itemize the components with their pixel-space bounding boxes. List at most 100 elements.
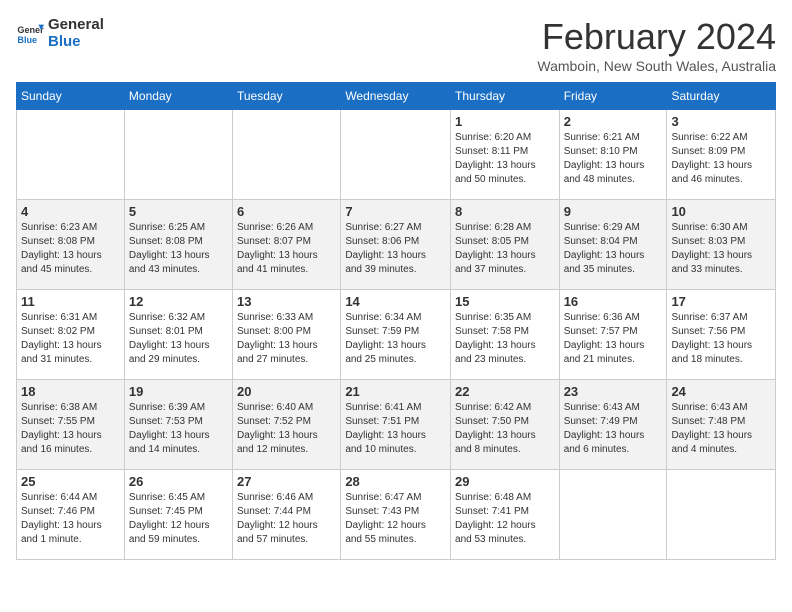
weekday-header-row: SundayMondayTuesdayWednesdayThursdayFrid… (17, 83, 776, 110)
calendar-cell (667, 470, 776, 560)
day-number: 19 (129, 384, 228, 399)
calendar-cell: 15 Sunrise: 6:35 AM Sunset: 7:58 PM Dayli… (451, 290, 560, 380)
day-info: Sunrise: 6:39 AM Sunset: 7:53 PM Dayligh… (129, 401, 228, 457)
calendar-cell: 4 Sunrise: 6:23 AM Sunset: 8:08 PM Daylig… (17, 200, 125, 290)
day-info: Sunrise: 6:37 AM Sunset: 7:56 PM Dayligh… (671, 311, 771, 367)
month-title: February 2024 (537, 16, 776, 58)
calendar-cell: 16Sunrise: 6:36 AM Sunset: 7:57 PM Dayli… (559, 290, 667, 380)
day-number: 18 (21, 384, 120, 399)
calendar-cell: 26 Sunrise: 6:45 AM Sunset: 7:45 PM Dayli… (124, 470, 232, 560)
day-number: 24 (671, 384, 771, 399)
day-number: 14 (345, 294, 446, 309)
weekday-header-friday: Friday (559, 83, 667, 110)
calendar-cell: 14 Sunrise: 6:34 AM Sunset: 7:59 PM Dayli… (341, 290, 451, 380)
calendar-cell (559, 470, 667, 560)
day-info: Sunrise: 6:41 AM Sunset: 7:51 PM Dayligh… (345, 401, 446, 457)
calendar-cell (341, 110, 451, 200)
day-info: Sunrise: 6:26 AM Sunset: 8:07 PM Dayligh… (237, 221, 336, 277)
calendar-cell: 29 Sunrise: 6:48 AM Sunset: 7:41 PM Dayli… (451, 470, 560, 560)
calendar-cell: 21Sunrise: 6:41 AM Sunset: 7:51 PM Dayli… (341, 380, 451, 470)
day-info: Sunrise: 6:23 AM Sunset: 8:08 PM Dayligh… (21, 221, 120, 277)
day-info: Sunrise: 6:28 AM Sunset: 8:05 PM Dayligh… (455, 221, 555, 277)
weekday-header-tuesday: Tuesday (233, 83, 341, 110)
calendar-week-3: 18Sunrise: 6:38 AM Sunset: 7:55 PM Dayli… (17, 380, 776, 470)
calendar-cell: 27 Sunrise: 6:46 AM Sunset: 7:44 PM Dayli… (233, 470, 341, 560)
day-number: 25 (21, 474, 120, 489)
calendar-cell: 12 Sunrise: 6:32 AM Sunset: 8:01 PM Dayli… (124, 290, 232, 380)
calendar-cell: 9Sunrise: 6:29 AM Sunset: 8:04 PM Daylig… (559, 200, 667, 290)
calendar-cell: 23Sunrise: 6:43 AM Sunset: 7:49 PM Dayli… (559, 380, 667, 470)
day-info: Sunrise: 6:30 AM Sunset: 8:03 PM Dayligh… (671, 221, 771, 277)
calendar-cell: 7Sunrise: 6:27 AM Sunset: 8:06 PM Daylig… (341, 200, 451, 290)
day-number: 20 (237, 384, 336, 399)
page-header: General Blue General Blue February 2024 … (16, 16, 776, 74)
day-number: 29 (455, 474, 555, 489)
logo-icon: General Blue (16, 19, 44, 47)
day-info: Sunrise: 6:21 AM Sunset: 8:10 PM Dayligh… (564, 131, 663, 187)
day-number: 12 (129, 294, 228, 309)
day-info: Sunrise: 6:47 AM Sunset: 7:43 PM Dayligh… (345, 491, 446, 547)
calendar-cell: 5 Sunrise: 6:25 AM Sunset: 8:08 PM Daylig… (124, 200, 232, 290)
calendar-cell: 20 Sunrise: 6:40 AM Sunset: 7:52 PM Dayli… (233, 380, 341, 470)
day-number: 26 (129, 474, 228, 489)
day-number: 11 (21, 294, 120, 309)
day-info: Sunrise: 6:22 AM Sunset: 8:09 PM Dayligh… (671, 131, 771, 187)
weekday-header-monday: Monday (124, 83, 232, 110)
calendar-cell: 2 Sunrise: 6:21 AM Sunset: 8:10 PM Daylig… (559, 110, 667, 200)
day-number: 8 (455, 204, 555, 219)
calendar-cell (17, 110, 125, 200)
day-number: 2 (564, 114, 663, 129)
calendar-week-2: 11 Sunrise: 6:31 AM Sunset: 8:02 PM Dayli… (17, 290, 776, 380)
day-info: Sunrise: 6:20 AM Sunset: 8:11 PM Dayligh… (455, 131, 555, 187)
day-info: Sunrise: 6:25 AM Sunset: 8:08 PM Dayligh… (129, 221, 228, 277)
day-info: Sunrise: 6:32 AM Sunset: 8:01 PM Dayligh… (129, 311, 228, 367)
calendar-cell: 25 Sunrise: 6:44 AM Sunset: 7:46 PM Dayli… (17, 470, 125, 560)
logo-blue: Blue (48, 33, 104, 50)
day-info: Sunrise: 6:43 AM Sunset: 7:48 PM Dayligh… (671, 401, 771, 457)
day-number: 6 (237, 204, 336, 219)
calendar-week-0: 1 Sunrise: 6:20 AM Sunset: 8:11 PM Daylig… (17, 110, 776, 200)
day-number: 28 (345, 474, 446, 489)
day-info: Sunrise: 6:40 AM Sunset: 7:52 PM Dayligh… (237, 401, 336, 457)
title-area: February 2024 Wamboin, New South Wales, … (537, 16, 776, 74)
calendar-cell (233, 110, 341, 200)
day-info: Sunrise: 6:43 AM Sunset: 7:49 PM Dayligh… (564, 401, 663, 457)
day-info: Sunrise: 6:45 AM Sunset: 7:45 PM Dayligh… (129, 491, 228, 547)
calendar-cell: 24 Sunrise: 6:43 AM Sunset: 7:48 PM Dayli… (667, 380, 776, 470)
weekday-header-thursday: Thursday (451, 83, 560, 110)
day-number: 27 (237, 474, 336, 489)
day-number: 15 (455, 294, 555, 309)
weekday-header-wednesday: Wednesday (341, 83, 451, 110)
calendar-week-4: 25 Sunrise: 6:44 AM Sunset: 7:46 PM Dayli… (17, 470, 776, 560)
day-number: 22 (455, 384, 555, 399)
day-info: Sunrise: 6:46 AM Sunset: 7:44 PM Dayligh… (237, 491, 336, 547)
day-number: 5 (129, 204, 228, 219)
day-info: Sunrise: 6:33 AM Sunset: 8:00 PM Dayligh… (237, 311, 336, 367)
calendar-cell: 22 Sunrise: 6:42 AM Sunset: 7:50 PM Dayli… (451, 380, 560, 470)
calendar-cell: 3Sunrise: 6:22 AM Sunset: 8:09 PM Daylig… (667, 110, 776, 200)
calendar-cell: 11 Sunrise: 6:31 AM Sunset: 8:02 PM Dayli… (17, 290, 125, 380)
calendar-cell: 28 Sunrise: 6:47 AM Sunset: 7:43 PM Dayli… (341, 470, 451, 560)
calendar-cell: 1 Sunrise: 6:20 AM Sunset: 8:11 PM Daylig… (451, 110, 560, 200)
day-info: Sunrise: 6:36 AM Sunset: 7:57 PM Dayligh… (564, 311, 663, 367)
day-info: Sunrise: 6:34 AM Sunset: 7:59 PM Dayligh… (345, 311, 446, 367)
day-info: Sunrise: 6:42 AM Sunset: 7:50 PM Dayligh… (455, 401, 555, 457)
day-info: Sunrise: 6:44 AM Sunset: 7:46 PM Dayligh… (21, 491, 120, 547)
logo: General Blue General Blue (16, 16, 104, 50)
day-number: 4 (21, 204, 120, 219)
day-info: Sunrise: 6:29 AM Sunset: 8:04 PM Dayligh… (564, 221, 663, 277)
day-number: 1 (455, 114, 555, 129)
calendar-cell (124, 110, 232, 200)
calendar-cell: 13Sunrise: 6:33 AM Sunset: 8:00 PM Dayli… (233, 290, 341, 380)
calendar-cell: 19 Sunrise: 6:39 AM Sunset: 7:53 PM Dayli… (124, 380, 232, 470)
day-info: Sunrise: 6:35 AM Sunset: 7:58 PM Dayligh… (455, 311, 555, 367)
day-info: Sunrise: 6:27 AM Sunset: 8:06 PM Dayligh… (345, 221, 446, 277)
calendar-cell: 10Sunrise: 6:30 AM Sunset: 8:03 PM Dayli… (667, 200, 776, 290)
day-info: Sunrise: 6:48 AM Sunset: 7:41 PM Dayligh… (455, 491, 555, 547)
svg-text:Blue: Blue (17, 35, 37, 45)
calendar-cell: 6 Sunrise: 6:26 AM Sunset: 8:07 PM Daylig… (233, 200, 341, 290)
logo-general: General (48, 16, 104, 33)
weekday-header-saturday: Saturday (667, 83, 776, 110)
day-info: Sunrise: 6:31 AM Sunset: 8:02 PM Dayligh… (21, 311, 120, 367)
calendar-week-1: 4 Sunrise: 6:23 AM Sunset: 8:08 PM Daylig… (17, 200, 776, 290)
